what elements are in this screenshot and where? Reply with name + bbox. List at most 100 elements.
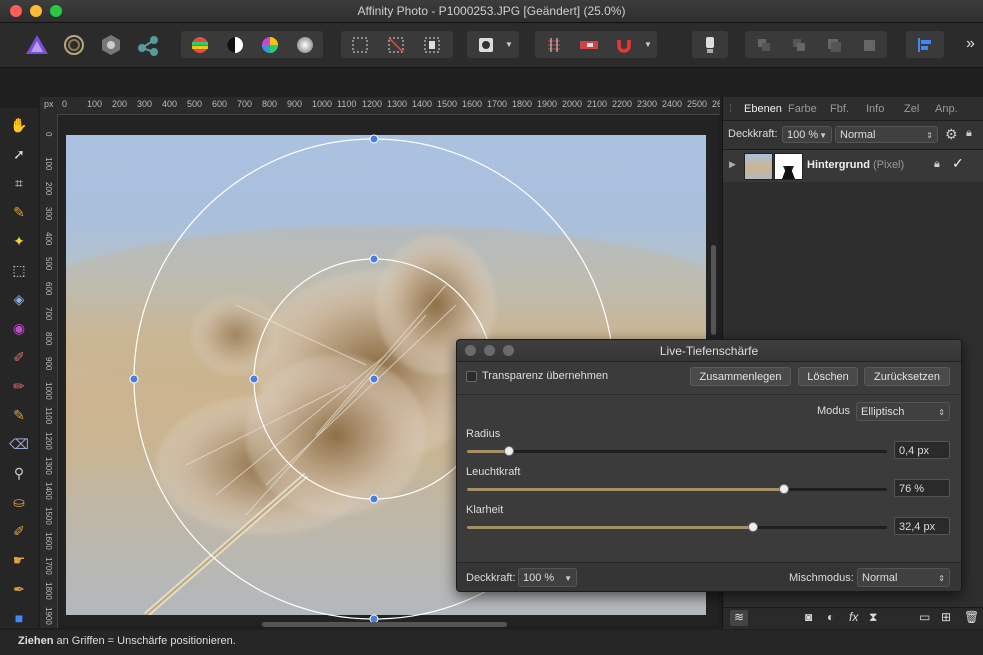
tab-swatches[interactable]: Fbf. <box>830 103 849 115</box>
folder-icon[interactable]: ▭ <box>919 610 930 624</box>
horizontal-scrollbar[interactable] <box>262 622 507 627</box>
arrange-front-icon[interactable] <box>852 31 885 58</box>
outer-left-handle[interactable] <box>129 374 139 384</box>
clone-icon[interactable]: ⌫ <box>8 433 30 455</box>
inner-bottom-handle[interactable] <box>369 494 379 504</box>
layer-lock-icon[interactable]: 🔒︎ <box>934 158 940 171</box>
export-persona-icon[interactable] <box>131 31 164 58</box>
dialog-bottom-bar: Deckkraft: 100 % ▼ Mischmodus: Normal ⇕ <box>457 562 961 591</box>
layer-blend-select[interactable]: Normal ⇕ <box>835 126 938 143</box>
fill-icon[interactable]: ◈ <box>8 288 30 310</box>
transparency-checkbox[interactable] <box>466 371 477 382</box>
trash-icon[interactable]: 🗑︎ <box>964 610 979 624</box>
clarity-slider-knob[interactable] <box>747 522 758 532</box>
marquee-icon[interactable]: ⬚ <box>8 259 30 281</box>
arrange-forward-icon[interactable] <box>817 31 850 58</box>
pen-icon[interactable]: ✒ <box>8 578 30 600</box>
develop-persona-icon[interactable] <box>94 31 127 58</box>
radius-slider-fill <box>467 450 509 453</box>
dodge-icon[interactable]: ✏ <box>8 375 30 397</box>
h-ruler-tick: 1300 <box>387 99 408 109</box>
live-filter-icon[interactable]: ⧗ <box>869 610 877 625</box>
luminosity-value-field[interactable]: 76 % <box>894 479 950 497</box>
deselect-icon[interactable] <box>379 31 412 58</box>
toolbar-overflow-icon[interactable]: » <box>966 35 975 53</box>
reset-button[interactable]: Zurücksetzen <box>864 367 950 386</box>
luminosity-slider-knob[interactable] <box>779 484 790 494</box>
fx-icon[interactable]: fx <box>849 610 858 624</box>
tab-color[interactable]: Farbe <box>788 103 817 115</box>
hand-icon[interactable]: ✋ <box>8 114 30 136</box>
tab-layers[interactable]: Ebenen <box>744 103 782 115</box>
flood-select-icon[interactable]: ✦ <box>8 230 30 252</box>
tab-brushes[interactable]: Zel <box>904 103 919 115</box>
layer-thumbnail <box>744 153 773 180</box>
move-icon[interactable]: ➚ <box>8 143 30 165</box>
smudge-icon[interactable]: ☛ <box>8 549 30 571</box>
gear-icon[interactable]: ⚙ <box>945 126 958 143</box>
quick-mask-icon[interactable] <box>469 31 502 58</box>
radius-slider[interactable] <box>467 446 887 456</box>
color-picker-icon[interactable]: ◉ <box>8 317 30 339</box>
liquify-persona-icon[interactable] <box>57 31 90 58</box>
levels-icon[interactable] <box>183 31 216 58</box>
sharpen-icon[interactable]: ✎ <box>8 404 30 426</box>
stamp-icon[interactable]: ⛀ <box>8 491 30 513</box>
white-balance-icon[interactable] <box>288 31 321 58</box>
adjustment-layer-icon[interactable]: ◐ <box>827 610 834 624</box>
radius-value-field[interactable]: 0,4 px <box>894 441 950 459</box>
clarity-slider[interactable] <box>467 522 887 532</box>
layers-stack-icon[interactable]: ≋ <box>730 610 748 626</box>
luminosity-slider[interactable] <box>467 484 887 494</box>
arrange-backward-icon[interactable] <box>782 31 815 58</box>
center-handle[interactable] <box>369 374 379 384</box>
mode-select[interactable]: Elliptisch ⇕ <box>856 402 950 421</box>
black-white-icon[interactable] <box>218 31 251 58</box>
lock-icon[interactable]: 🔒︎ <box>966 127 972 140</box>
horizontal-ruler: px 0 100 200 300 400 500 600 700 800 900 1000 1100 1… <box>40 97 720 115</box>
select-all-icon[interactable] <box>343 31 376 58</box>
inner-left-handle[interactable] <box>249 374 259 384</box>
dialog-opacity-select[interactable]: 100 % ▼ <box>518 568 577 587</box>
photo-persona-icon[interactable] <box>20 31 53 58</box>
h-ruler-tick: 1000 <box>312 99 333 109</box>
align-left-icon[interactable] <box>908 31 941 58</box>
merge-button[interactable]: Zusammenlegen <box>690 367 791 386</box>
v-ruler-tick: 1100 <box>44 407 53 425</box>
assistant-icon[interactable] <box>572 31 605 58</box>
tab-info[interactable]: Info <box>866 103 884 115</box>
h-ruler-tick: 1400 <box>412 99 433 109</box>
mask-layer-icon[interactable]: ◙ <box>805 610 812 624</box>
v-ruler-tick: 600 <box>44 282 53 296</box>
hsl-icon[interactable] <box>253 31 286 58</box>
dialog-blend-select[interactable]: Normal ⇕ <box>857 568 950 587</box>
zoom-icon[interactable]: ⚲ <box>8 462 30 484</box>
grid-icon[interactable] <box>537 31 570 58</box>
shape-icon[interactable]: ■ <box>8 607 30 629</box>
clarity-label: Klarheit <box>466 504 504 516</box>
dialog-title-bar[interactable]: Live-Tiefenschärfe <box>457 340 961 362</box>
expand-layer-icon[interactable]: ▶ <box>729 159 736 170</box>
smart-brush-icon[interactable] <box>693 31 726 58</box>
radius-slider-knob[interactable] <box>504 446 514 456</box>
quick-mask-dropdown-icon[interactable]: ▼ <box>499 31 519 58</box>
clarity-value-field[interactable]: 32,4 px <box>894 517 950 535</box>
crop-icon[interactable]: ⌗ <box>8 172 30 194</box>
paint-brush-icon[interactable]: ✐ <box>8 346 30 368</box>
add-layer-icon[interactable]: ⊞ <box>941 610 951 624</box>
snapping-magnet-icon[interactable] <box>607 31 640 58</box>
healing-icon[interactable]: ✐ <box>8 520 30 542</box>
selection-brush-icon[interactable]: ✎ <box>8 201 30 223</box>
delete-button[interactable]: Löschen <box>798 367 858 386</box>
outer-top-handle[interactable] <box>369 134 379 144</box>
inner-top-handle[interactable] <box>369 254 379 264</box>
layer-visibility-check-icon[interactable]: ✓ <box>952 155 964 172</box>
snapping-dropdown-icon[interactable]: ▼ <box>639 31 657 58</box>
arrange-back-icon[interactable] <box>747 31 780 58</box>
layer-row[interactable]: ▶ Hintergrund (Pixel) 🔒︎ ✓ <box>723 150 983 182</box>
tab-adjustments[interactable]: Anp. <box>935 103 958 115</box>
vertical-scrollbar[interactable] <box>711 245 716 335</box>
invert-selection-icon[interactable] <box>415 31 448 58</box>
layers-toolbar: Deckkraft: 100 % ▼ Normal ⇕ ⚙ 🔒︎ <box>723 120 983 150</box>
layer-opacity-select[interactable]: 100 % ▼ <box>782 126 832 143</box>
